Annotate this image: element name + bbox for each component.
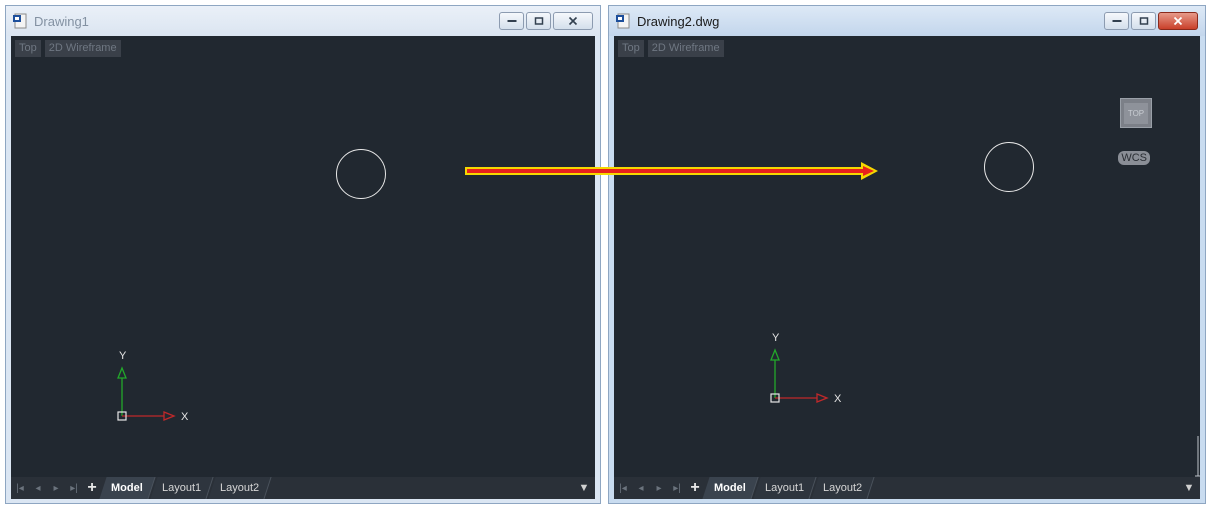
view-control[interactable]: Top [15, 40, 41, 57]
minimize-button[interactable] [499, 12, 524, 30]
next-tab-icon[interactable]: ▸ [650, 477, 668, 499]
maximize-icon [534, 17, 543, 25]
tab-layout2[interactable]: Layout2 [811, 477, 875, 499]
close-icon [568, 16, 578, 26]
next-tab-icon[interactable]: ▸ [47, 477, 65, 499]
document-icon [13, 13, 27, 29]
circle-entity[interactable] [984, 142, 1034, 192]
prev-tab-icon[interactable]: ◂ [29, 477, 47, 499]
first-tab-icon[interactable]: |◂ [614, 477, 632, 499]
view-control[interactable]: Top [618, 40, 644, 57]
viewcube-top-face[interactable]: TOP [1123, 102, 1149, 124]
document-icon [616, 13, 630, 29]
copy-arrow-annotation [465, 162, 878, 180]
tab-model[interactable]: Model [702, 477, 759, 499]
maximize-button[interactable] [1131, 12, 1156, 30]
minimize-icon [1112, 20, 1121, 22]
drawing1-window: Drawing1 Top 2D Wireframe Y X |◂ ◂ ▸ ▸| … [5, 5, 601, 504]
drawing1-viewport[interactable]: Top 2D Wireframe Y X [11, 36, 595, 477]
maximize-button[interactable] [526, 12, 551, 30]
add-layout-icon[interactable]: + [686, 477, 704, 499]
wcs-menu[interactable]: WCS [1118, 151, 1150, 165]
close-button[interactable] [1158, 12, 1198, 30]
visual-style-control[interactable]: 2D Wireframe [647, 40, 724, 57]
tab-layout2[interactable]: Layout2 [208, 477, 272, 499]
ucs-icon: Y X [117, 350, 189, 423]
tab-dropdown-icon[interactable]: ▼ [1178, 477, 1200, 499]
viewcube[interactable]: TOP [1120, 98, 1152, 128]
drawing2-titlebar[interactable]: Drawing2.dwg [609, 6, 1205, 36]
ucs-y-label: Y [119, 350, 127, 362]
layout-tabbar: |◂ ◂ ▸ ▸| + Model Layout1 Layout2 ▼ [11, 477, 595, 499]
drawing2-window: Drawing2.dwg Top 2D Wireframe TOP WCS Y … [608, 5, 1206, 504]
tab-model[interactable]: Model [99, 477, 156, 499]
add-layout-icon[interactable]: + [83, 477, 101, 499]
close-button[interactable] [553, 12, 593, 30]
tab-layout1[interactable]: Layout1 [150, 477, 214, 499]
viewport-scroll-edge[interactable] [1195, 36, 1200, 477]
circle-entity[interactable] [336, 149, 386, 199]
window-title: Drawing1 [34, 14, 89, 29]
first-tab-icon[interactable]: |◂ [11, 477, 29, 499]
minimize-button[interactable] [1104, 12, 1129, 30]
drawing2-viewport[interactable]: Top 2D Wireframe TOP WCS Y X [614, 36, 1200, 477]
prev-tab-icon[interactable]: ◂ [632, 477, 650, 499]
tab-dropdown-icon[interactable]: ▼ [573, 477, 595, 499]
tab-layout1[interactable]: Layout1 [753, 477, 817, 499]
drawing1-titlebar[interactable]: Drawing1 [6, 6, 600, 36]
ucs-x-label: X [834, 393, 842, 404]
minimize-icon [507, 20, 516, 22]
maximize-icon [1139, 17, 1148, 25]
window-title: Drawing2.dwg [637, 14, 720, 29]
close-icon [1173, 16, 1183, 26]
ucs-icon: Y X [770, 332, 842, 404]
last-tab-icon[interactable]: ▸| [65, 477, 83, 499]
ucs-x-label: X [181, 411, 189, 423]
ucs-y-label: Y [772, 332, 780, 344]
layout-tabbar: |◂ ◂ ▸ ▸| + Model Layout1 Layout2 ▼ [614, 477, 1200, 499]
last-tab-icon[interactable]: ▸| [668, 477, 686, 499]
visual-style-control[interactable]: 2D Wireframe [44, 40, 121, 57]
